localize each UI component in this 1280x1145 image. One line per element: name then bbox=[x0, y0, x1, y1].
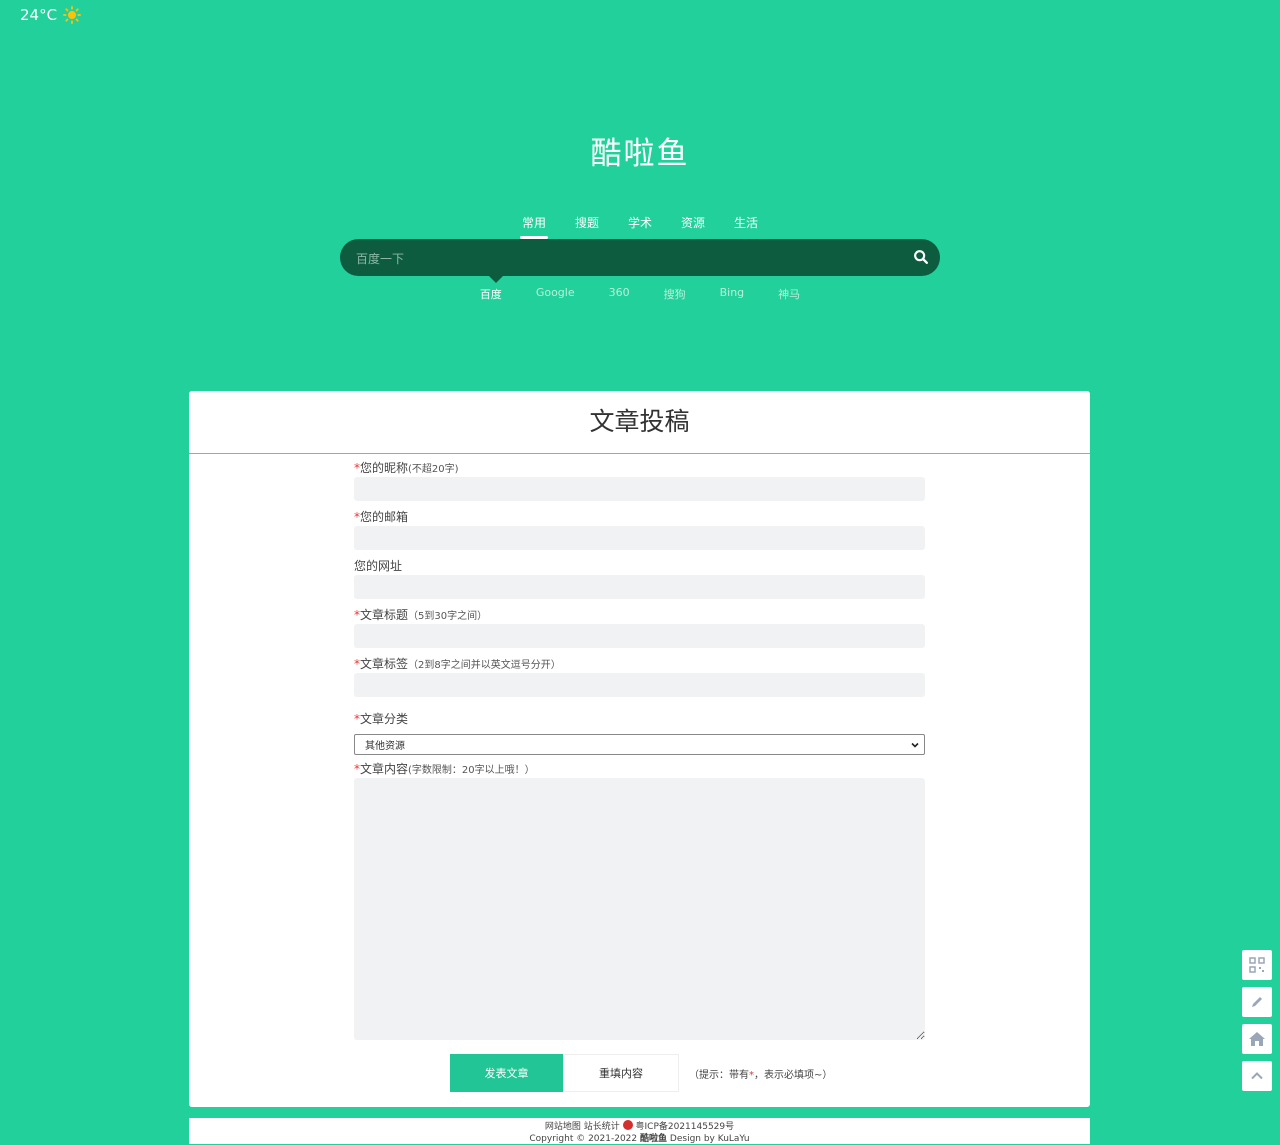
article-title-input[interactable] bbox=[354, 624, 925, 648]
tab-academic[interactable]: 学术 bbox=[628, 214, 652, 237]
tab-life[interactable]: 生活 bbox=[734, 214, 758, 237]
email-input[interactable] bbox=[354, 526, 925, 550]
footer-copyright: Copyright © 2021-2022 酷啦鱼 Design by KuLa… bbox=[529, 1134, 750, 1144]
field-category: *文章分类 其他资源 bbox=[354, 711, 925, 755]
nickname-label: *您的昵称(不超20字) bbox=[354, 461, 459, 475]
back-to-top-button[interactable] bbox=[1242, 1061, 1272, 1091]
stats-link[interactable]: 站长统计 bbox=[584, 1122, 620, 1132]
page-title: 文章投稿 bbox=[189, 391, 1090, 454]
search-input[interactable] bbox=[354, 239, 898, 278]
side-toolbar bbox=[1242, 950, 1272, 1091]
website-label: 您的网址 bbox=[354, 559, 403, 573]
nickname-input[interactable] bbox=[354, 477, 925, 501]
engine-sogou[interactable]: 搜狗 bbox=[664, 286, 686, 302]
edit-icon bbox=[1252, 997, 1262, 1007]
article-title-label: *文章标题（5到30字之间） bbox=[354, 608, 488, 622]
submission-card: 文章投稿 *您的昵称(不超20字) *您的邮箱 您的网址 *文章标题（5到30字… bbox=[189, 391, 1090, 1107]
police-badge-icon bbox=[622, 1120, 633, 1130]
engine-google[interactable]: Google bbox=[536, 286, 575, 302]
home-icon bbox=[1249, 1032, 1265, 1046]
chevron-down-icon bbox=[911, 742, 919, 748]
edit-button[interactable] bbox=[1242, 987, 1272, 1017]
engine-360[interactable]: 360 bbox=[609, 286, 630, 302]
weather-temp: 24°C bbox=[20, 6, 58, 24]
field-website: 您的网址 bbox=[354, 558, 925, 599]
icp-link[interactable]: 粤ICP备2021145529号 bbox=[636, 1122, 735, 1132]
tab-resources[interactable]: 资源 bbox=[681, 214, 705, 237]
field-tags: *文章标签（2到8字之间并以英文逗号分开） bbox=[354, 656, 925, 697]
form-actions: 发表文章 重填内容 （提示：带有*，表示必填项~） bbox=[450, 1054, 832, 1092]
field-email: *您的邮箱 bbox=[354, 509, 925, 550]
site-title: 酷啦鱼 bbox=[590, 136, 690, 172]
field-article-title: *文章标题（5到30字之间） bbox=[354, 607, 925, 648]
qrcode-button[interactable] bbox=[1242, 950, 1272, 980]
tags-input[interactable] bbox=[354, 673, 925, 697]
footer-brand[interactable]: 酷啦鱼 bbox=[640, 1134, 667, 1144]
tab-common[interactable]: 常用 bbox=[519, 214, 548, 239]
engine-bing[interactable]: Bing bbox=[720, 286, 745, 302]
content-textarea[interactable] bbox=[354, 778, 925, 1040]
category-select[interactable]: 其他资源 bbox=[354, 734, 925, 755]
engine-shenma[interactable]: 神马 bbox=[778, 286, 800, 302]
engine-pointer bbox=[489, 276, 503, 283]
back-to-top-icon bbox=[1251, 1072, 1263, 1080]
field-content: *文章内容(字数限制：20字以上哦！） bbox=[354, 761, 925, 1044]
content-label: *文章内容(字数限制：20字以上哦！） bbox=[354, 762, 535, 776]
website-input[interactable] bbox=[354, 575, 925, 599]
engine-baidu[interactable]: 百度 bbox=[480, 286, 502, 302]
search-category-tabs: 常用 搜题 学术 资源 生活 bbox=[0, 214, 1280, 239]
footer: 网站地图 站长统计 粤ICP备2021145529号 Copyright © 2… bbox=[189, 1118, 1090, 1144]
reset-button[interactable]: 重填内容 bbox=[563, 1054, 679, 1092]
tags-label: *文章标签（2到8字之间并以英文逗号分开） bbox=[354, 657, 561, 671]
search-icon[interactable] bbox=[912, 248, 930, 266]
sun-icon bbox=[63, 6, 82, 24]
footer-links: 网站地图 站长统计 粤ICP备2021145529号 bbox=[189, 1120, 1090, 1133]
weather-widget: 24°C bbox=[20, 6, 82, 24]
search-engine-list: 百度 Google 360 搜狗 Bing 神马 bbox=[0, 286, 1280, 302]
category-selected-value: 其他资源 bbox=[365, 741, 405, 752]
sitemap-link[interactable]: 网站地图 bbox=[545, 1122, 581, 1132]
qrcode-icon bbox=[1249, 957, 1265, 973]
email-label: *您的邮箱 bbox=[354, 510, 409, 524]
tab-questions[interactable]: 搜题 bbox=[575, 214, 599, 237]
submission-form: *您的昵称(不超20字) *您的邮箱 您的网址 *文章标题（5到30字之间） *… bbox=[354, 460, 925, 1052]
home-button[interactable] bbox=[1242, 1024, 1272, 1054]
field-nickname: *您的昵称(不超20字) bbox=[354, 460, 925, 501]
search-bar bbox=[340, 239, 940, 278]
submit-button[interactable]: 发表文章 bbox=[450, 1054, 563, 1092]
category-label: *文章分类 bbox=[354, 712, 409, 726]
required-tip: （提示：带有*，表示必填项~） bbox=[689, 1069, 833, 1081]
